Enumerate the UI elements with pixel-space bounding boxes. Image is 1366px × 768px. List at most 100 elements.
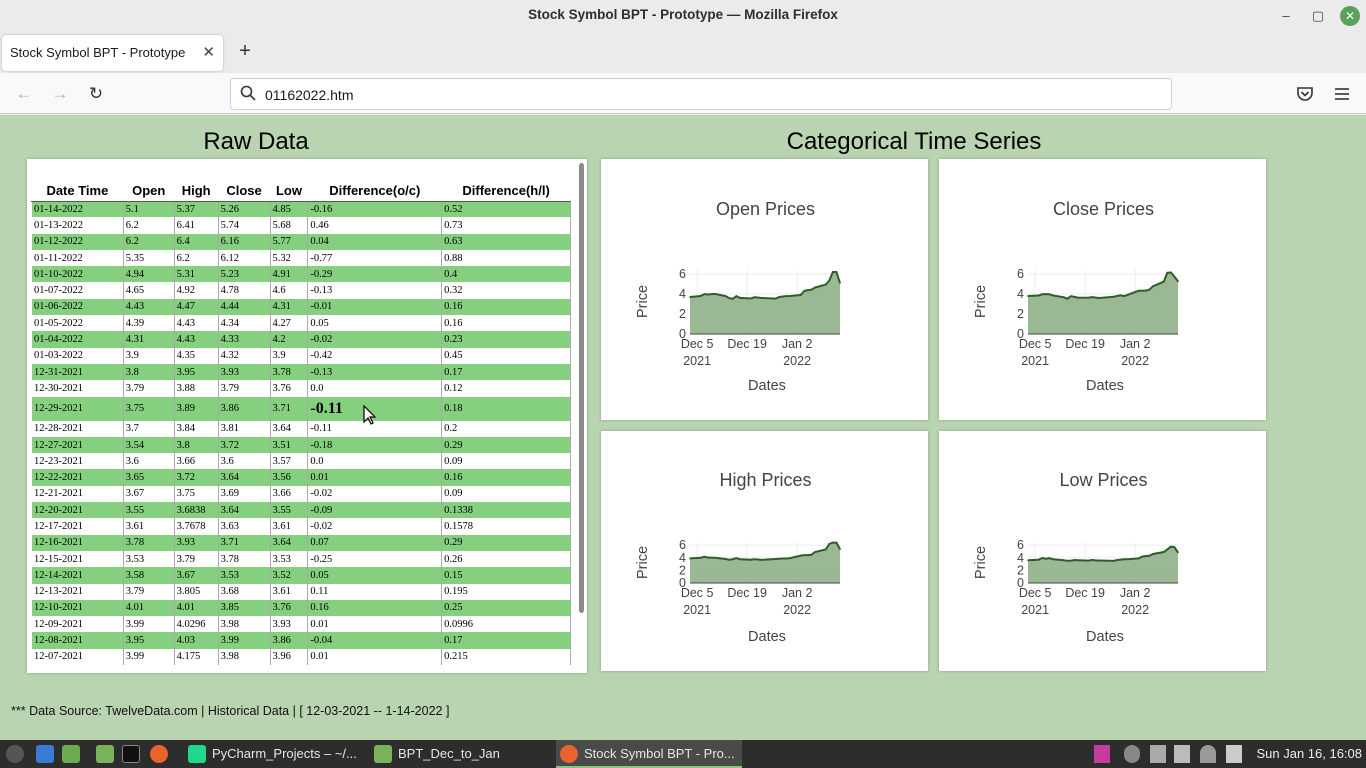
- data-point: [1120, 558, 1122, 561]
- data-point: [778, 557, 781, 560]
- table-row[interactable]: 01-14-2022 5.1 5.37 5.26 4.85 -0.16 0.52: [31, 201, 571, 218]
- tab-close-button[interactable]: ✕: [202, 43, 215, 61]
- menu-icon[interactable]: [1333, 85, 1351, 103]
- table-row[interactable]: 12-22-2021 3.65 3.72 3.64 3.56 0.01 0.16: [31, 469, 571, 486]
- table-cell: 01-14-2022: [31, 201, 124, 218]
- clock: Sun Jan 16, 16:08: [1256, 746, 1362, 761]
- table-cell: 01-04-2022: [31, 331, 124, 348]
- table-row[interactable]: 01-13-2022 6.2 6.41 5.74 5.68 0.46 0.73: [31, 217, 571, 234]
- low-prices-chart[interactable]: Low Prices 0 2 4 6 Dec 5 2021 Dec 19 Jan 2 2022 Da…: [939, 431, 1266, 671]
- forward-button[interactable]: →: [49, 83, 71, 105]
- minimize-button[interactable]: –: [1276, 6, 1296, 26]
- table-row[interactable]: 12-29-2021 3.75 3.89 3.86 3.71 -0.11 0.18: [31, 396, 571, 421]
- table-row[interactable]: 12-13-2021 3.79 3.805 3.68 3.61 0.11 0.195: [31, 583, 571, 600]
- table-row[interactable]: 12-30-2021 3.79 3.88 3.79 3.76 0.0 0.12: [31, 380, 571, 397]
- tab-stock-symbol[interactable]: Stock Symbol BPT - Prototype ✕: [2, 35, 223, 71]
- table-row[interactable]: 12-17-2021 3.61 3.7678 3.63 3.61 -0.02 0.1578: [31, 518, 571, 535]
- terminal-launcher-icon[interactable]: [122, 745, 140, 763]
- data-point: [789, 295, 791, 297]
- table-cell: 4.91: [269, 266, 309, 283]
- data-point: [1141, 555, 1144, 558]
- table-row[interactable]: 12-08-2021 3.95 4.03 3.99 3.86 -0.04 0.17: [31, 632, 571, 649]
- app-tray-icon[interactable]: [1094, 745, 1110, 763]
- table-cell: 3.89: [173, 396, 219, 421]
- pocket-icon[interactable]: [1296, 85, 1314, 103]
- table-row[interactable]: 12-16-2021 3.78 3.93 3.71 3.64 0.07 0.29: [31, 534, 571, 551]
- table-cell: 0.195: [441, 583, 571, 600]
- table-row[interactable]: 01-06-2022 4.43 4.47 4.44 4.31 -0.01 0.16: [31, 298, 571, 316]
- table-row[interactable]: 12-15-2021 3.53 3.79 3.78 3.53 -0.25 0.26: [31, 550, 571, 568]
- table-cell: 01-12-2022: [31, 233, 124, 250]
- open-prices-chart[interactable]: Open Prices 0 2 4 6 Dec 5 2021 Dec 19 Jan 2 2022 D…: [601, 159, 928, 420]
- data-point: [1095, 296, 1097, 299]
- table-row[interactable]: 01-04-2022 4.31 4.43 4.33 4.2 -0.02 0.23: [31, 331, 571, 348]
- table-row[interactable]: 01-03-2022 3.9 4.35 4.32 3.9 -0.42 0.45: [31, 347, 571, 364]
- high-prices-chart[interactable]: High Prices 0 2 4 6 Dec 5 2021 Dec 19 Jan 2 2022 D…: [601, 431, 928, 671]
- table-cell: 5.26: [217, 201, 271, 218]
- reload-button[interactable]: ↻: [85, 83, 107, 105]
- clipboard-icon[interactable]: [1150, 745, 1166, 763]
- table-cell: 3.93: [173, 534, 219, 551]
- table-row[interactable]: 01-11-2022 5.35 6.2 6.12 5.32 -0.77 0.88: [31, 249, 571, 267]
- raw-data-panel[interactable]: Date Time Open High Close Low Difference(o/c)…: [27, 159, 587, 673]
- column-header: Difference(o/c): [307, 180, 442, 202]
- table-cell: -0.13: [307, 363, 443, 381]
- table-row[interactable]: 12-20-2021 3.55 3.6838 3.64 3.55 -0.09 0.1338: [31, 502, 571, 519]
- table-row[interactable]: 01-12-2022 6.2 6.4 6.16 5.77 0.04 0.63: [31, 233, 571, 250]
- table-row[interactable]: 01-10-2022 4.94 5.31 5.23 4.91 -0.29 0.4: [31, 266, 571, 283]
- table-cell: 3.7678: [173, 518, 219, 535]
- data-point: [1037, 558, 1040, 561]
- table-cell: 3.6838: [173, 502, 219, 519]
- volume-icon[interactable]: [1226, 745, 1242, 763]
- table-row[interactable]: 12-31-2021 3.8 3.95 3.93 3.78 -0.13 0.17: [31, 363, 571, 381]
- table-cell: 01-10-2022: [31, 266, 124, 283]
- taskbar-item-pycharm[interactable]: PyCharm_Projects – ~/...: [184, 740, 370, 768]
- data-point: [810, 554, 813, 556]
- table-row[interactable]: 12-09-2021 3.99 4.0296 3.98 3.93 0.01 0.0996: [31, 616, 571, 633]
- table-row[interactable]: 12-28-2021 3.7 3.84 3.81 3.64 -0.11 0.2: [31, 420, 571, 437]
- data-point: [699, 556, 702, 559]
- table-cell: 0.0: [307, 380, 443, 397]
- table-cell: 0.16: [441, 298, 571, 316]
- shield-icon[interactable]: [1174, 745, 1190, 763]
- table-row[interactable]: 12-21-2021 3.67 3.75 3.69 3.66 -0.02 0.09: [31, 485, 571, 503]
- url-bar[interactable]: 01162022.htm: [230, 78, 1172, 110]
- table-row[interactable]: 01-05-2022 4.39 4.43 4.34 4.27 0.05 0.16: [31, 315, 571, 332]
- data-point: [749, 558, 752, 561]
- files-launcher-icon[interactable]: [62, 745, 80, 763]
- new-tab-button[interactable]: +: [234, 40, 256, 62]
- table-row[interactable]: 12-07-2021 3.99 4.175 3.98 3.96 0.01 0.215: [31, 648, 571, 666]
- table-row[interactable]: 12-27-2021 3.54 3.8 3.72 3.51 -0.18 0.29: [31, 436, 571, 454]
- table-cell: 3.8: [122, 363, 175, 381]
- taskbar-item-label: Stock Symbol BPT - Pro...: [584, 746, 735, 761]
- wifi-icon[interactable]: [1200, 745, 1216, 763]
- table-scrollbar[interactable]: [579, 163, 584, 613]
- table-cell: 3.64: [217, 502, 271, 519]
- table-cell: 3.78: [217, 550, 271, 568]
- close-prices-chart[interactable]: Close Prices 0 2 4 6 Dec 5 2021 Dec 19 Jan 2 2022…: [939, 159, 1266, 420]
- taskbar-item-firefox[interactable]: Stock Symbol BPT - Pro...: [556, 740, 742, 768]
- browser-launcher-icon[interactable]: [36, 745, 54, 763]
- bluetooth-icon[interactable]: [1124, 745, 1140, 763]
- window-title: Stock Symbol BPT - Prototype — Mozilla F…: [528, 7, 838, 22]
- back-button[interactable]: ←: [13, 83, 35, 105]
- y-tick-label: 6: [1017, 538, 1024, 552]
- firefox-launcher-icon[interactable]: [150, 745, 168, 763]
- data-point: [1041, 557, 1044, 559]
- taskbar-item-folder[interactable]: BPT_Dec_to_Jan: [370, 740, 556, 768]
- data-point: [1066, 297, 1069, 300]
- table-row[interactable]: 01-07-2022 4.65 4.92 4.78 4.6 -0.13 0.32: [31, 282, 571, 299]
- data-point: [689, 557, 691, 560]
- table-row[interactable]: 12-14-2021 3.58 3.67 3.53 3.52 0.05 0.15: [31, 567, 571, 584]
- y-tick-label: 6: [1017, 267, 1024, 281]
- table-cell: 0.05: [307, 567, 443, 584]
- table-row[interactable]: 12-23-2021 3.6 3.66 3.6 3.57 0.0 0.09: [31, 453, 571, 470]
- data-point: [799, 294, 802, 296]
- data-point: [724, 558, 727, 560]
- maximize-button[interactable]: ▢: [1308, 6, 1328, 26]
- close-window-button[interactable]: ✕: [1340, 6, 1360, 26]
- menu-launcher-icon[interactable]: [6, 745, 24, 763]
- folder-launcher-icon[interactable]: [96, 745, 114, 763]
- table-row[interactable]: 12-10-2021 4.01 4.01 3.85 3.76 0.16 0.25: [31, 599, 571, 617]
- table-cell: 12-27-2021: [31, 436, 124, 454]
